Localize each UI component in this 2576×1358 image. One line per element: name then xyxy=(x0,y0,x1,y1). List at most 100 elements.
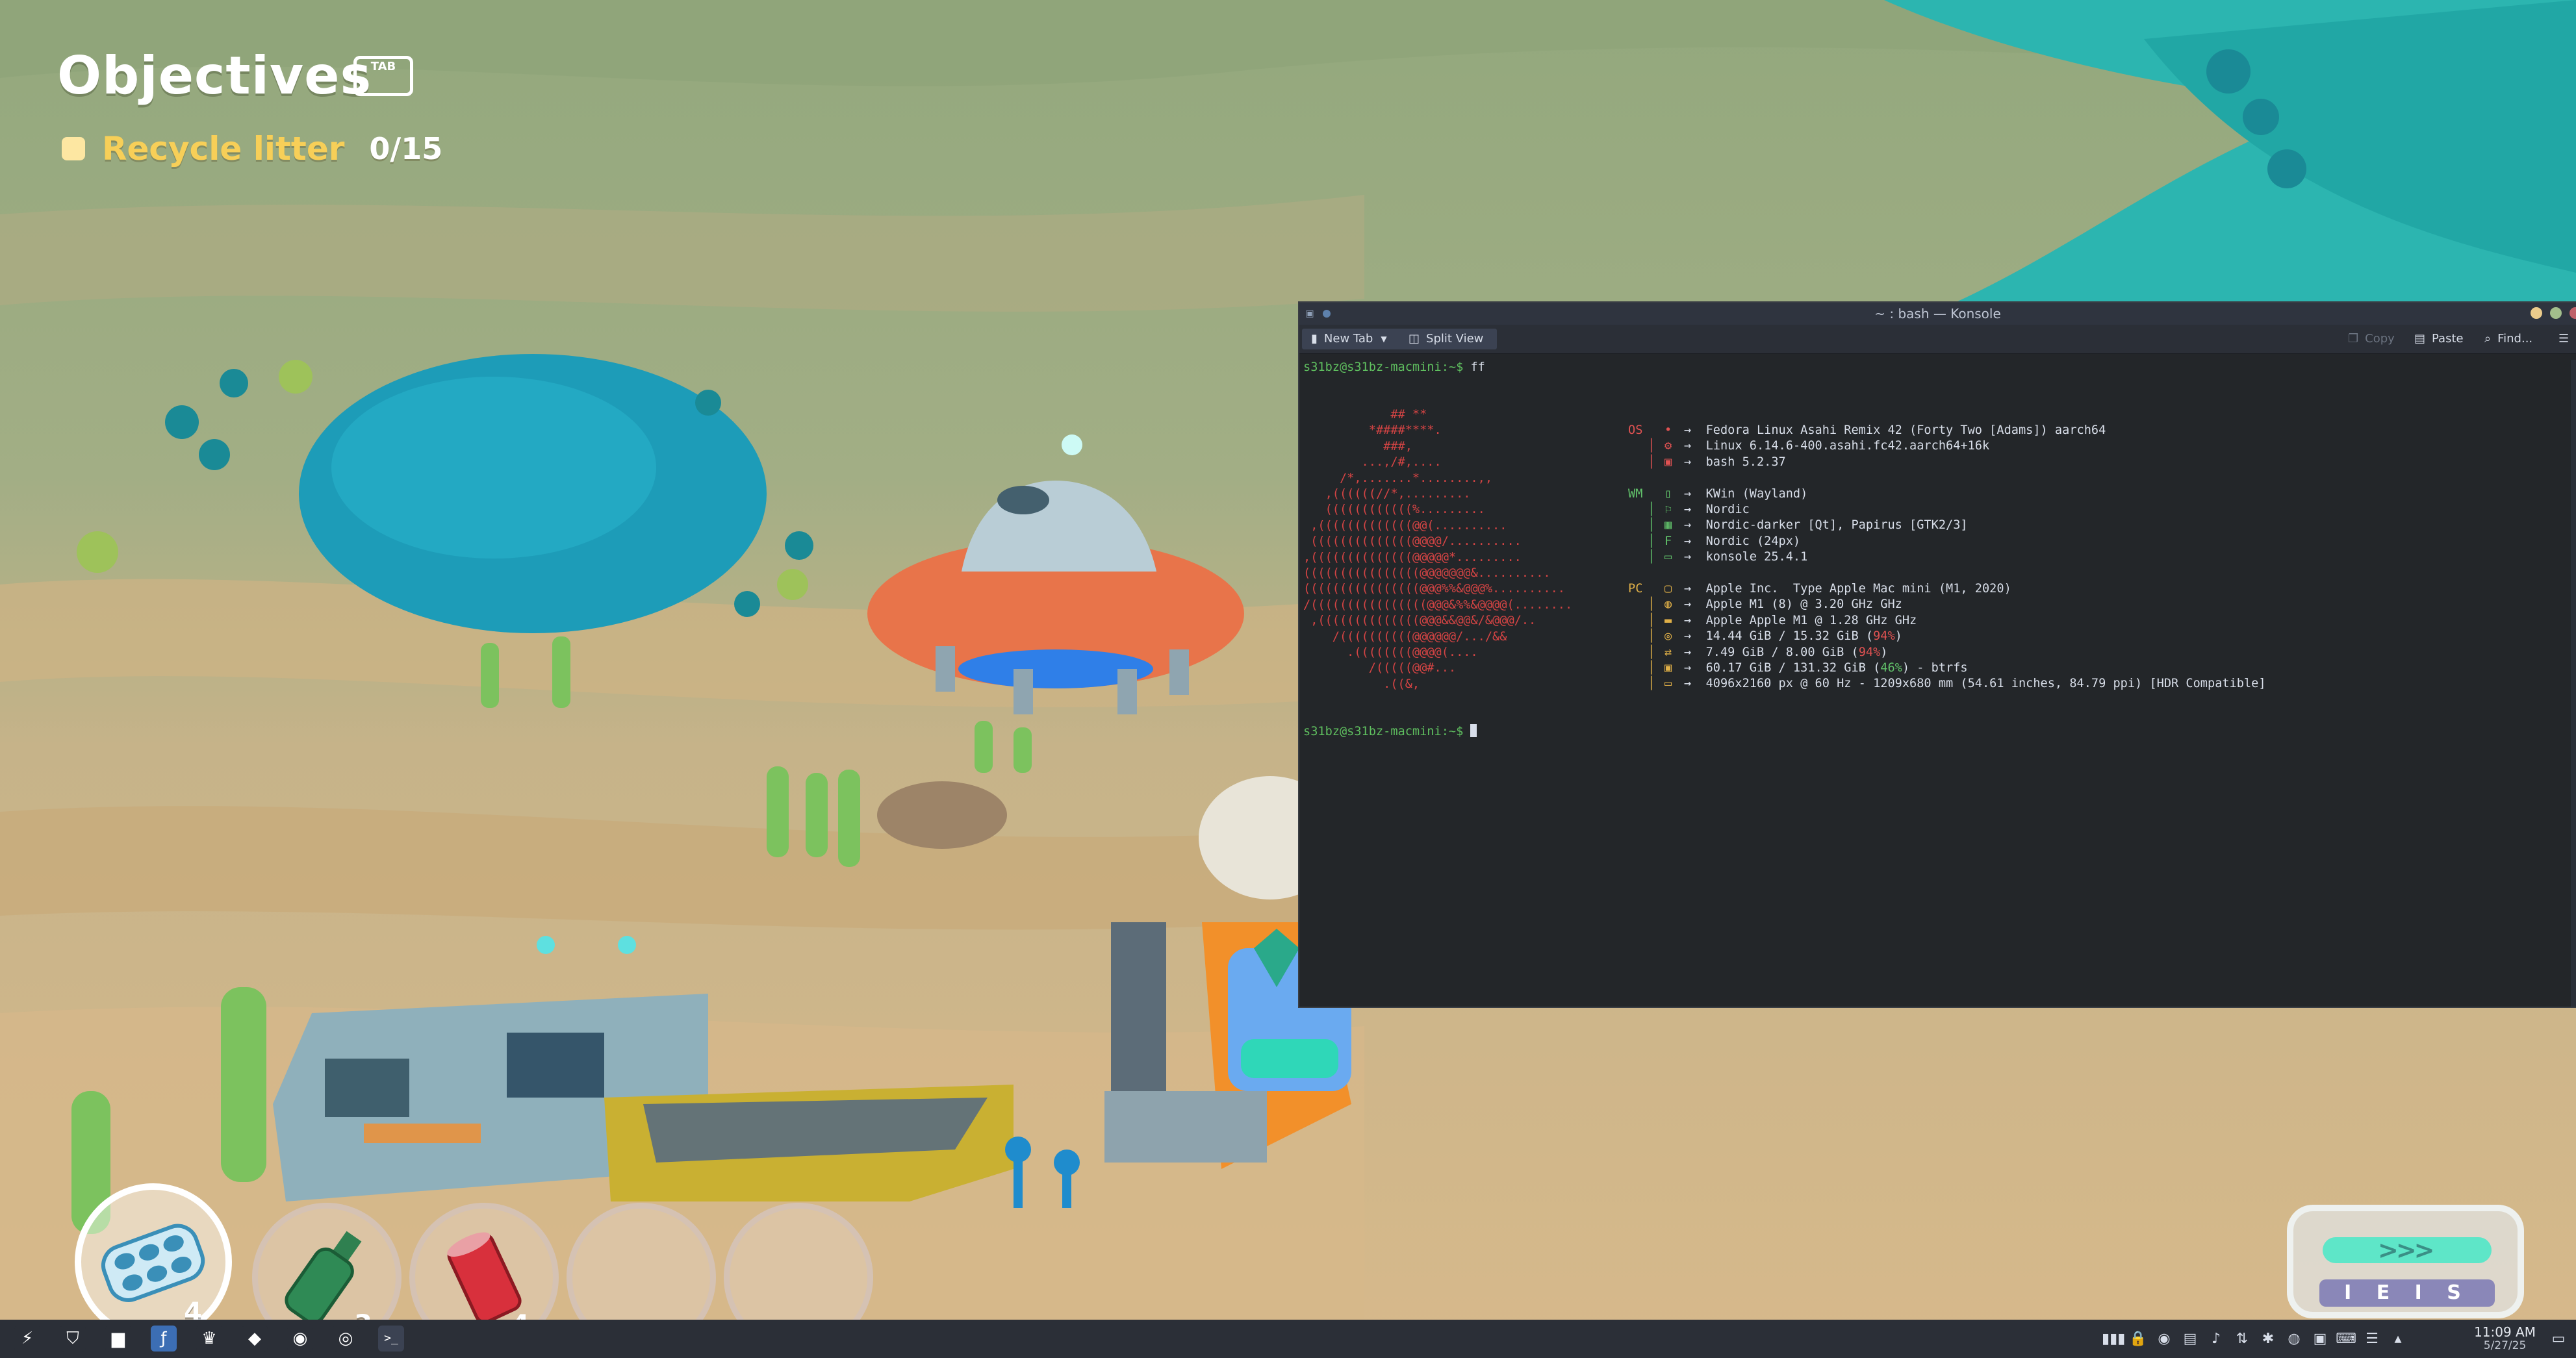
clipboard-icon[interactable]: ▤ xyxy=(2180,1330,2200,1348)
terminal-area[interactable]: s31bz@s31bz-macmini:~$ ff ## ** *####***… xyxy=(1303,360,2576,1007)
volume-icon[interactable]: ♪ xyxy=(2206,1330,2226,1348)
arrow-icon: → xyxy=(1684,550,1706,564)
copy-button[interactable]: ❐ Copy xyxy=(2348,331,2395,347)
usage-percent: 46% xyxy=(1880,661,1902,675)
copy-label: Copy xyxy=(2365,332,2395,346)
logo-line: /((((((((((@@@@@@/.../&& xyxy=(1303,629,1507,644)
arrow-icon: → xyxy=(1684,486,1706,501)
logo-line: ###, xyxy=(1303,439,1412,453)
pin-icon[interactable] xyxy=(1323,310,1331,318)
display-icon[interactable]: ▣ xyxy=(2310,1330,2330,1348)
inventory-slot-1[interactable]: 4 xyxy=(75,1183,232,1340)
minimize-button[interactable] xyxy=(2531,307,2542,319)
tree-branch: │ xyxy=(1648,439,1655,453)
hamburger-menu-button[interactable]: ☰ xyxy=(2558,331,2575,347)
paste-button[interactable]: ▤ Paste xyxy=(2414,331,2464,347)
new-tab-label: New Tab xyxy=(1323,332,1373,346)
info-tail: ) xyxy=(1880,645,1888,659)
folder-icon[interactable]: ▆ xyxy=(105,1326,131,1352)
tree-branch: │ xyxy=(1648,677,1655,691)
steam-icon[interactable]: ◉ xyxy=(287,1326,313,1352)
bluetooth-icon[interactable]: ✱ xyxy=(2258,1330,2278,1348)
close-button[interactable] xyxy=(2570,307,2576,319)
info-key: OS xyxy=(1628,423,1643,437)
keyboard-icon[interactable]: ⌨ xyxy=(2336,1330,2356,1348)
prompt-line[interactable]: s31bz@s31bz-macmini:~$ xyxy=(1303,724,1477,740)
find-button[interactable]: ⌕ Find... xyxy=(2484,331,2532,347)
window-titlebar[interactable]: ▣ ~ : bash — Konsole xyxy=(1299,303,2576,325)
arrow-icon: → xyxy=(1684,534,1706,548)
info-value: Linux 6.14.6-400.asahi.fc42.aarch64+16k xyxy=(1705,439,1990,453)
info-key: PC xyxy=(1628,582,1643,596)
fedora-icon[interactable]: ƒ xyxy=(151,1326,177,1352)
split-view-button[interactable]: ◫ Split View xyxy=(1409,331,1483,347)
tree-branch: │ xyxy=(1648,503,1655,516)
chevron-down-icon[interactable]: ▼ xyxy=(1381,331,1386,347)
info-value: Nordic-darker [Qt], Papirus [GTK2/3] xyxy=(1705,518,1968,533)
show-desktop-button[interactable]: ▭ xyxy=(2549,1330,2568,1348)
logo-line: ((((((((((((((@@@@/.......... xyxy=(1303,534,1522,549)
cpu-icon: ◍ xyxy=(1664,597,1672,612)
info-value: Apple M1 (8) @ 3.20 GHz GHz xyxy=(1705,597,1902,612)
tab-key-hint: TAB xyxy=(353,56,413,96)
logo-line: ,((((((//*,......... xyxy=(1303,487,1471,501)
battery-icon[interactable]: ▮▮▮ xyxy=(2102,1330,2125,1348)
split-view-icon: ◫ xyxy=(1409,332,1420,346)
scrollbar[interactable] xyxy=(2571,360,2576,1007)
info-value: Nordic (24px) xyxy=(1705,534,1801,548)
copy-icon: ❐ xyxy=(2348,332,2359,346)
arrow-icon: → xyxy=(1684,629,1706,644)
info-row: │ ▭ → konsole 25.4.1 xyxy=(1628,549,1807,565)
konsole-icon[interactable]: >_ xyxy=(378,1326,404,1352)
expand-icon[interactable]: ▴ xyxy=(2388,1330,2408,1348)
fedora-icon: • xyxy=(1664,423,1672,437)
info-value: 7.49 GiB / 8.00 GiB ( xyxy=(1705,645,1859,659)
new-tab-button[interactable]: ▮ New Tab ▼ xyxy=(1311,331,1394,347)
disk-icon: ▣ xyxy=(1664,661,1672,675)
prompt: s31bz@s31bz-macmini:~$ xyxy=(1303,360,1471,374)
tree-branch: │ xyxy=(1648,613,1655,627)
info-row: OS • → Fedora Linux Asahi Remix 42 (Forty … xyxy=(1628,423,2106,438)
compass-heading: I E I S xyxy=(2319,1279,2495,1307)
steam-tray-icon[interactable]: ◉ xyxy=(2154,1330,2174,1348)
kernel-icon: ⚙ xyxy=(1664,439,1672,453)
display-icon: ▭ xyxy=(1664,677,1672,691)
arrow-icon: → xyxy=(1684,518,1706,533)
konsole-window[interactable]: ▣ ~ : bash — Konsole ▮ New Tab ▼ ◫ Split… xyxy=(1299,303,2576,1007)
clock[interactable]: 11:09 AM 5/27/25 xyxy=(2474,1325,2536,1352)
logo-line: ((((((((((((((((@@@%%&@@@%.......... xyxy=(1303,582,1565,596)
arrow-icon: → xyxy=(1684,661,1706,675)
direction-arrows: >>> xyxy=(2378,1236,2435,1264)
info-tail: ) - btrfs xyxy=(1902,661,1968,675)
objective-label: Recycle litter xyxy=(102,130,345,168)
logo-line: /((((((((((((((((@@@&%%&@@@@(........ xyxy=(1303,597,1573,612)
six-pack-ring-icon xyxy=(101,1224,205,1302)
game-icon[interactable]: ◆ xyxy=(242,1326,268,1352)
notifications-icon[interactable]: ◍ xyxy=(2284,1330,2304,1348)
maximize-button[interactable] xyxy=(2550,307,2562,319)
updates-icon[interactable]: ☰ xyxy=(2362,1330,2382,1348)
logo-line: ,((((((((((((((@@@&&@@&/&@@@/.. xyxy=(1303,614,1537,628)
objectives-title: Objectives xyxy=(57,45,372,106)
network-icon[interactable]: ⇅ xyxy=(2232,1330,2252,1348)
info-row: │ ▭ → 4096x2160 px @ 60 Hz - 1209x680 mm (… xyxy=(1628,676,2266,692)
info-value: Apple Inc. Type Apple Mac mini (M1, 2020… xyxy=(1705,582,2011,596)
info-value: Fedora Linux Asahi Remix 42 (Forty Two [… xyxy=(1705,423,2106,437)
arrow-icon: → xyxy=(1684,582,1706,596)
usage-percent: 94% xyxy=(1873,629,1895,644)
memory-icon: ◎ xyxy=(1664,629,1672,644)
lock-icon[interactable]: 🔒 xyxy=(2128,1330,2149,1348)
tree-branch: │ xyxy=(1648,645,1655,659)
launcher-icon[interactable]: ⚡ xyxy=(14,1326,40,1352)
prompt: s31bz@s31bz-macmini:~$ xyxy=(1303,725,1471,738)
arrow-icon: → xyxy=(1684,455,1706,469)
arrow-icon: → xyxy=(1684,503,1706,516)
info-tail: ) xyxy=(1894,629,1902,644)
logo-line: ,((((((((((((((@@@@@*......... xyxy=(1303,550,1522,564)
brave-icon[interactable]: ♛ xyxy=(196,1326,222,1352)
obs-icon[interactable]: ◎ xyxy=(333,1326,359,1352)
logo-line: .((&, xyxy=(1303,677,1420,691)
arrow-icon: → xyxy=(1684,613,1706,627)
discover-icon[interactable]: ⛉ xyxy=(60,1326,86,1352)
text-cursor xyxy=(1470,724,1477,737)
